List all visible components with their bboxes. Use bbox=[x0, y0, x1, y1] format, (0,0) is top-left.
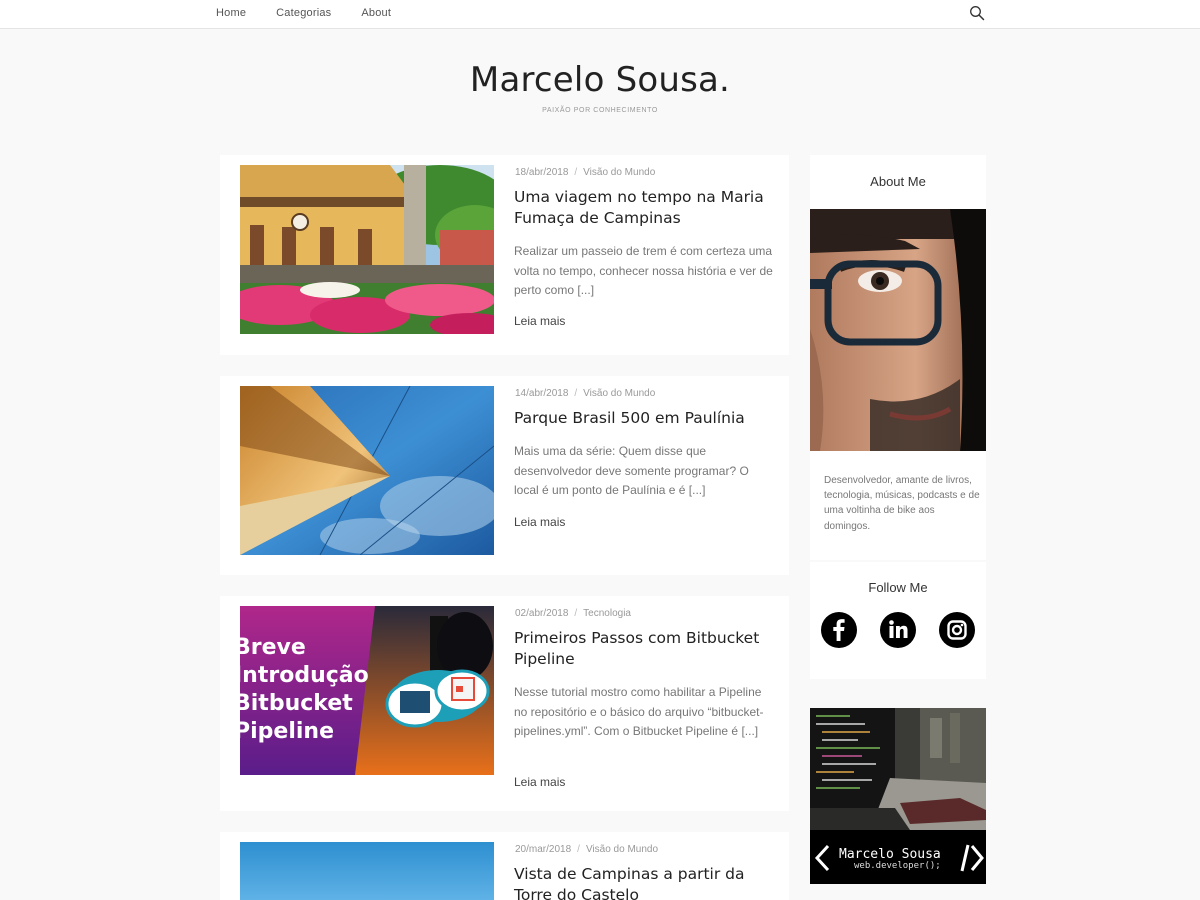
about-title: About Me bbox=[870, 174, 926, 189]
post-date: 18/abr/2018 bbox=[515, 167, 569, 178]
read-more-link[interactable]: Leia mais bbox=[514, 775, 565, 789]
thumb-text-line: Breve bbox=[240, 635, 306, 660]
read-more-link[interactable]: Leia mais bbox=[514, 314, 565, 328]
main-nav: Home Categorias About bbox=[216, 7, 421, 19]
post-title[interactable]: Uma viagem no tempo na Maria Fumaça de C… bbox=[514, 187, 774, 229]
read-more-link[interactable]: Leia mais bbox=[514, 515, 565, 529]
follow-widget: Follow Me bbox=[810, 562, 986, 679]
search-icon[interactable] bbox=[969, 5, 985, 21]
post-meta: 18/abr/2018/Visão do Mundo bbox=[515, 167, 656, 178]
thumb-text-line: Pipeline bbox=[240, 719, 334, 744]
post-title[interactable]: Parque Brasil 500 em Paulínia bbox=[514, 408, 774, 429]
post-card: 14/abr/2018/Visão do Mundo Parque Brasil… bbox=[220, 376, 789, 575]
post-card: 18/abr/2018/Visão do Mundo Uma viagem no… bbox=[220, 155, 789, 355]
nav-about[interactable]: About bbox=[361, 7, 391, 19]
post-excerpt: Realizar um passeio de trem é com certez… bbox=[514, 244, 773, 297]
promo-subtitle: web.developer(); bbox=[854, 861, 941, 871]
post-category[interactable]: Visão do Mundo bbox=[586, 844, 658, 855]
post-category[interactable]: Tecnologia bbox=[583, 608, 631, 619]
site-title[interactable]: Marcelo Sousa. bbox=[0, 60, 1200, 100]
post-card: 20/mar/2018/Visão do Mundo Vista de Camp… bbox=[220, 832, 789, 900]
site-tagline: PAIXÃO POR CONHECIMENTO bbox=[542, 107, 658, 114]
nav-categorias[interactable]: Categorias bbox=[276, 7, 331, 19]
about-widget: About Me Desenvolvedor, amante de livros… bbox=[810, 155, 986, 560]
post-thumbnail-bitbucket[interactable]: Breve Introdução Bitbucket Pipeline bbox=[240, 606, 494, 775]
facebook-icon[interactable] bbox=[821, 612, 857, 648]
promo-banner[interactable]: Marcelo Sousa web.developer(); bbox=[810, 708, 986, 884]
post-meta: 02/abr/2018/Tecnologia bbox=[515, 608, 631, 619]
post-title[interactable]: Vista de Campinas a partir da Torre do C… bbox=[514, 864, 774, 900]
promo-name: Marcelo Sousa bbox=[839, 847, 941, 862]
post-thumbnail-tower[interactable] bbox=[240, 386, 494, 555]
post-category[interactable]: Visão do Mundo bbox=[583, 167, 655, 178]
post-excerpt: Nesse tutorial mostro como habilitar a P… bbox=[514, 685, 764, 738]
thumb-text-line: Bitbucket bbox=[240, 691, 353, 716]
post-date: 20/mar/2018 bbox=[515, 844, 572, 855]
post-meta: 14/abr/2018/Visão do Mundo bbox=[515, 388, 656, 399]
linkedin-icon[interactable] bbox=[880, 612, 916, 648]
top-navbar: Home Categorias About bbox=[0, 0, 1200, 29]
post-meta: 20/mar/2018/Visão do Mundo bbox=[515, 844, 659, 855]
post-card: Breve Introdução Bitbucket Pipeline 02/a… bbox=[220, 596, 789, 811]
instagram-icon[interactable] bbox=[939, 612, 975, 648]
about-text: Desenvolvedor, amante de livros, tecnolo… bbox=[824, 475, 980, 532]
slash-chevron-right-icon bbox=[960, 844, 984, 872]
follow-title: Follow Me bbox=[868, 580, 928, 595]
post-thumbnail-train-station[interactable] bbox=[240, 165, 494, 334]
profile-photo bbox=[810, 209, 986, 451]
thumb-text-line: Introdução bbox=[240, 663, 369, 688]
post-excerpt: Mais uma da série: Quem disse que desenv… bbox=[514, 444, 749, 497]
post-date: 02/abr/2018 bbox=[515, 608, 569, 619]
post-date: 14/abr/2018 bbox=[515, 388, 569, 399]
chevron-left-icon bbox=[814, 844, 830, 872]
post-category[interactable]: Visão do Mundo bbox=[583, 388, 655, 399]
post-title[interactable]: Primeiros Passos com Bitbucket Pipeline bbox=[514, 628, 774, 670]
post-thumbnail-sky[interactable] bbox=[240, 842, 494, 900]
nav-home[interactable]: Home bbox=[216, 7, 246, 19]
